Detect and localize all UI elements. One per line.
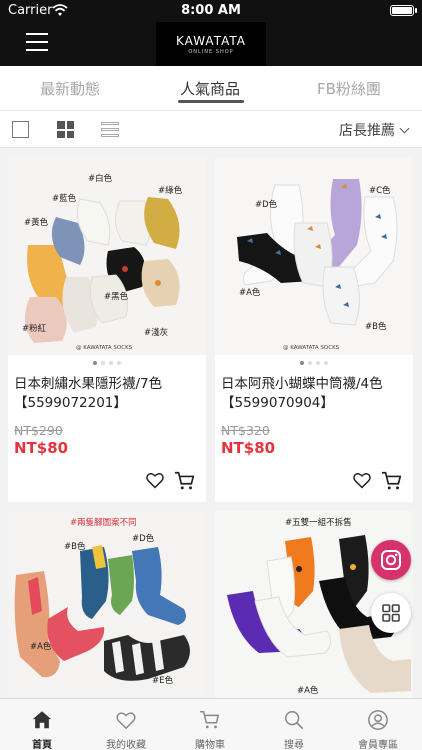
image-pager-dots [215,361,413,365]
product-photo[interactable]: #兩隻腳圖案不同 #B色 #D色 #A色 #E色 [8,511,206,709]
photo-label: #A色 [297,685,319,696]
product-photo[interactable]: #白色 #藍色 #綠色 #黃色 #黑色 #粉紅 #淺灰 @ KAWATATA S… [8,157,206,355]
photo-label: #白色 [88,173,113,184]
nav-label: 我的收藏 [106,740,146,750]
list-view-icon[interactable] [101,122,119,138]
product-card[interactable]: #兩隻腳圖案不同 #B色 #D色 #A色 #E色 [8,511,206,709]
photo-banner-text: #五雙一組不拆售 [285,517,352,528]
photo-label: #A色 [30,641,52,652]
status-bar: Carrier 8:00 AM [0,0,422,22]
photo-brand: @ KAWATATA SOCKS [283,345,340,351]
battery-tip [415,8,417,13]
home-icon [32,711,52,729]
heart-icon [116,712,136,730]
original-price: NT$290 [14,423,63,438]
grid-view-icon[interactable] [57,121,74,138]
tab-latest-news[interactable]: 最新動態 [40,78,100,99]
active-tab-indicator [178,100,244,103]
chevron-down-icon [399,123,410,134]
single-view-icon[interactable] [12,121,29,138]
photo-label: #B色 [64,541,86,552]
app-screen: Carrier 8:00 AM KAWATATA ONLINE SHOP 最新動… [0,0,422,750]
photo-banner-text: #兩隻腳圖案不同 [70,517,137,528]
menu-line [26,49,48,51]
view-toolbar: 店長推薦 [0,110,422,148]
product-card[interactable]: #D色 #C色 #A色 #B色 @ KAWATATA SOCKS 日本阿飛小蝴蝶… [215,157,413,502]
photo-brand: @ KAWATATA SOCKS [76,345,133,351]
photo-label: #黃色 [24,217,49,228]
top-bar: Carrier 8:00 AM KAWATATA ONLINE SHOP [0,0,422,66]
cart-icon[interactable] [381,470,403,492]
category-tabs: 最新動態 人氣商品 FB粉絲團 [0,66,422,110]
photo-label: #粉紅 [22,323,47,334]
photo-label: #淺灰 [144,327,168,338]
product-name[interactable]: 日本阿飛小蝴蝶中筒襪/4色【5599070904】 [221,375,407,413]
logo-text: KAWATATA [176,34,246,48]
battery-icon [390,5,414,16]
nav-label: 首頁 [32,740,52,750]
quick-menu-button[interactable] [371,593,411,633]
photo-label: #C色 [369,185,391,196]
sale-price: NT$80 [14,439,69,457]
photo-label: #綠色 [158,185,183,196]
photo-label: #E色 [152,675,173,686]
tab-popular-products[interactable]: 人氣商品 [180,78,240,99]
photo-label: #B色 [365,321,387,332]
heart-icon[interactable] [352,470,372,490]
nav-label: 會員專區 [358,740,398,750]
nav-favorites[interactable]: 我的收藏 [84,699,168,750]
nav-search[interactable]: 搜尋 [252,699,336,750]
user-icon [368,710,388,730]
brand-logo[interactable]: KAWATATA ONLINE SHOP [156,22,266,66]
photo-label: #藍色 [52,193,77,204]
tab-fb-fan-page[interactable]: FB粉絲團 [317,78,381,99]
product-card[interactable]: #白色 #藍色 #綠色 #黃色 #黑色 #粉紅 #淺灰 @ KAWATATA S… [8,157,206,502]
photo-label: #黑色 [104,291,129,302]
heart-icon[interactable] [145,470,165,490]
cart-icon[interactable] [174,470,196,492]
menu-line [26,33,48,35]
grid-icon [382,604,400,622]
nav-member[interactable]: 會員專區 [336,699,420,750]
cart-icon [199,711,220,729]
nav-cart[interactable]: 購物車 [168,699,252,750]
product-photo[interactable]: #D色 #C色 #A色 #B色 @ KAWATATA SOCKS [215,157,413,355]
image-pager-dots [8,361,206,365]
hamburger-menu-button[interactable] [26,33,48,51]
menu-line [26,41,48,43]
bottom-navigation: 首頁 我的收藏 購物車 搜尋 會員專區 [0,698,422,750]
nav-home[interactable]: 首頁 [0,699,84,750]
photo-label: #A色 [239,287,261,298]
nav-label: 搜尋 [284,740,304,750]
logo-subtext: ONLINE SHOP [188,49,234,55]
nav-label: 購物車 [195,740,225,750]
sort-dropdown[interactable]: 店長推薦 [339,120,410,140]
clock: 8:00 AM [181,3,241,18]
original-price: NT$320 [221,423,270,438]
photo-label: #D色 [132,533,155,544]
product-name[interactable]: 日本刺繡水果隱形襪/7色【5599072201】 [14,375,200,413]
search-icon [285,711,304,730]
sort-label: 店長推薦 [339,123,395,139]
sale-price: NT$80 [221,439,276,457]
instagram-button[interactable] [371,540,411,580]
instagram-icon [381,550,401,570]
photo-label: #D色 [255,199,278,210]
